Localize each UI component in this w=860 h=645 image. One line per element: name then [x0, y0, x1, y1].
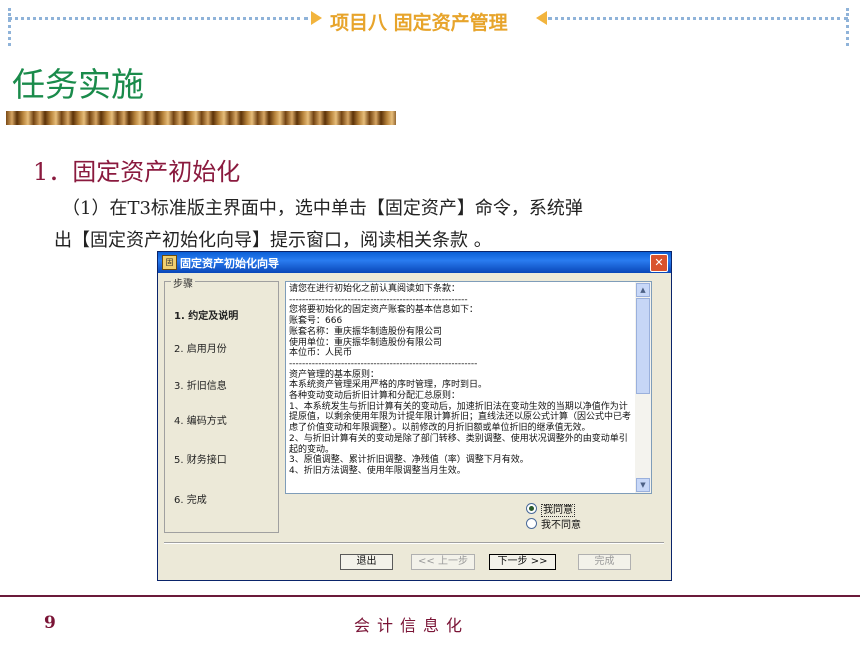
decorative-bar — [6, 111, 396, 125]
scroll-thumb[interactable] — [636, 298, 650, 394]
terms-text: 请您在进行初始化之前认真阅读如下条款： --------------------… — [289, 284, 632, 476]
arrow-right-icon — [311, 11, 322, 25]
step-4: 4. 编码方式 — [174, 416, 227, 427]
step-1: 1. 约定及说明 — [174, 311, 239, 322]
init-wizard-dialog: 固 固定资产初始化向导 ✕ 步骤 1. 约定及说明 2. 启用月份 3. 折旧信… — [157, 251, 672, 581]
arrow-left-icon — [536, 11, 547, 25]
paragraph-line-1: （1）在T3标准版主界面中，选中单击【固定资产】命令，系统弹 — [62, 198, 583, 219]
radio-selected-icon — [526, 503, 537, 514]
radio-disagree-label: 我不同意 — [541, 520, 581, 531]
radio-agree[interactable]: 我同意 — [526, 501, 575, 517]
radio-unselected-icon — [526, 518, 537, 529]
terms-scrollbar[interactable]: ▲ ▼ — [635, 282, 651, 493]
subsection-heading: 1．固定资产初始化 — [33, 158, 241, 186]
app-icon: 固 — [162, 255, 177, 270]
instruction-paragraph: （1）在T3标准版主界面中，选中单击【固定资产】命令，系统弹 出【固定资产初始化… — [54, 193, 762, 257]
steps-group: 步骤 1. 约定及说明 2. 启用月份 3. 折旧信息 4. 编码方式 5. 财… — [164, 275, 279, 533]
terms-textarea[interactable]: 请您在进行初始化之前认真阅读如下条款： --------------------… — [285, 281, 652, 494]
section-title: 任务实施 — [12, 65, 144, 104]
header-dotted-line-left — [8, 17, 308, 20]
exit-button[interactable]: 退出 — [340, 554, 393, 570]
dialog-title: 固定资产初始化向导 — [180, 257, 279, 270]
step-5: 5. 财务接口 — [174, 455, 227, 466]
header-dotted-border-left — [8, 8, 11, 46]
footer-title: 会计信息化 — [354, 616, 470, 635]
step-6: 6. 完成 — [174, 495, 207, 506]
footer-divider — [0, 595, 860, 597]
close-button[interactable]: ✕ — [650, 254, 668, 272]
next-button[interactable]: 下一步 >> — [489, 554, 556, 570]
dialog-divider — [164, 542, 664, 544]
scroll-up-icon[interactable]: ▲ — [636, 283, 650, 297]
step-3: 3. 折旧信息 — [174, 381, 227, 392]
finish-button[interactable]: 完成 — [578, 554, 631, 570]
step-2: 2. 启用月份 — [174, 344, 227, 355]
prev-button[interactable]: << 上一步 — [411, 554, 475, 570]
project-title: 项目八 固定资产管理 — [330, 12, 508, 34]
page-number: 9 — [44, 613, 56, 633]
header-dotted-border-right — [846, 8, 849, 46]
radio-disagree[interactable]: 我不同意 — [526, 516, 581, 531]
dialog-titlebar[interactable]: 固 固定资产初始化向导 ✕ — [158, 252, 671, 273]
steps-legend: 步骤 — [171, 275, 195, 290]
scroll-down-icon[interactable]: ▼ — [636, 478, 650, 492]
header-dotted-line-right — [548, 17, 848, 20]
